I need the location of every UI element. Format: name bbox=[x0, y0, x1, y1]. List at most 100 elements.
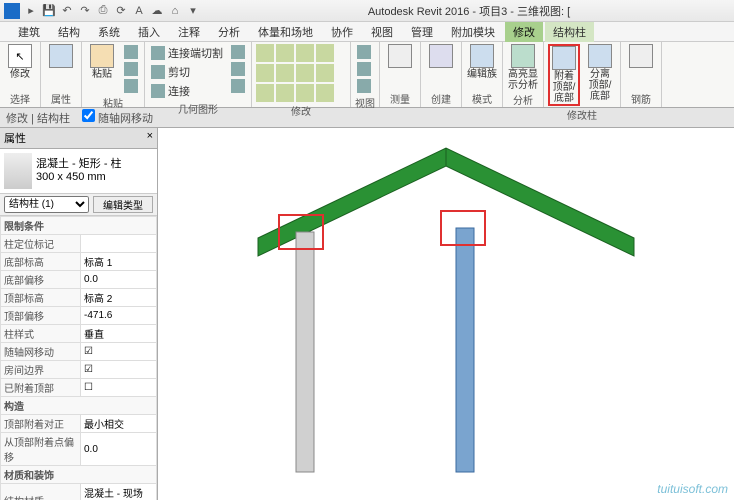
qat-open-icon[interactable]: ▸ bbox=[24, 4, 38, 18]
cut-geom-button[interactable]: 剪切 bbox=[149, 63, 225, 81]
prop-key: 房间边界 bbox=[1, 361, 81, 379]
properties-grid[interactable]: 限制条件柱定位标记底部标高标高 1底部偏移0.0顶部标高标高 2顶部偏移-471… bbox=[0, 216, 157, 500]
group-measure: 测量 bbox=[384, 90, 416, 107]
annotation-box-left bbox=[278, 214, 324, 250]
view-ico3[interactable] bbox=[355, 78, 373, 94]
prop-value[interactable]: 标高 1 bbox=[81, 253, 157, 271]
tab-addins[interactable]: 附加模块 bbox=[443, 22, 503, 42]
modify-ico-12[interactable] bbox=[316, 84, 334, 102]
tab-struct[interactable]: 结构 bbox=[50, 22, 88, 42]
modify-ico-3[interactable] bbox=[296, 44, 314, 62]
prop-group-header[interactable]: 限制条件 bbox=[1, 217, 157, 235]
modify-ico-1[interactable] bbox=[256, 44, 274, 62]
modify-ico-4[interactable] bbox=[316, 44, 334, 62]
prop-key: 结构材质 bbox=[1, 484, 81, 501]
qat-sync-icon[interactable]: ⟳ bbox=[114, 4, 128, 18]
view-ico2[interactable] bbox=[355, 61, 373, 77]
attach-top-button[interactable]: 附着 顶部/底部 bbox=[548, 44, 580, 106]
modify-ico-7[interactable] bbox=[296, 64, 314, 82]
prop-group-header[interactable]: 构造 bbox=[1, 397, 157, 415]
move-with-grid-checkbox[interactable]: 随轴网移动 bbox=[82, 109, 153, 126]
group-modify: 修改 bbox=[256, 102, 346, 119]
highlight-analysis-button[interactable]: 高亮显示分析 bbox=[507, 44, 539, 91]
prop-value[interactable]: 垂直 bbox=[81, 325, 157, 343]
tab-analyze[interactable]: 分析 bbox=[210, 22, 248, 42]
paste-button[interactable]: 粘贴 bbox=[86, 44, 118, 80]
tab-manage[interactable]: 管理 bbox=[403, 22, 441, 42]
group-select: 选择 bbox=[4, 90, 36, 107]
modify-ico-5[interactable] bbox=[256, 64, 274, 82]
measure-button[interactable] bbox=[384, 44, 416, 68]
prop-key: 柱定位标记 bbox=[1, 235, 81, 253]
qat-text-icon[interactable]: A bbox=[132, 4, 146, 18]
tab-structcol[interactable]: 结构柱 bbox=[545, 22, 594, 42]
properties-button[interactable] bbox=[45, 44, 77, 68]
tab-collab[interactable]: 协作 bbox=[323, 22, 361, 42]
group-modify-column: 修改柱 bbox=[548, 106, 616, 123]
prop-value[interactable] bbox=[81, 235, 157, 253]
group-mode: 模式 bbox=[466, 90, 498, 107]
qat-redo-icon[interactable]: ↷ bbox=[78, 4, 92, 18]
modify-ico-10[interactable] bbox=[276, 84, 294, 102]
prop-value[interactable]: ☑ bbox=[81, 361, 157, 379]
rebar-button[interactable] bbox=[625, 44, 657, 68]
modify-ico-6[interactable] bbox=[276, 64, 294, 82]
view-ico1[interactable] bbox=[355, 44, 373, 60]
prop-value[interactable]: 最小相交 bbox=[81, 415, 157, 433]
ribbon-tabs: 建筑 结构 系统 插入 注释 分析 体量和场地 协作 视图 管理 附加模块 修改… bbox=[0, 22, 734, 42]
tab-insert[interactable]: 插入 bbox=[130, 22, 168, 42]
properties-close-icon[interactable]: × bbox=[147, 130, 153, 146]
options-context-label: 修改 | 结构柱 bbox=[6, 110, 70, 126]
tab-arch[interactable]: 建筑 bbox=[10, 22, 48, 42]
modify-ico-9[interactable] bbox=[256, 84, 274, 102]
tab-sys[interactable]: 系统 bbox=[90, 22, 128, 42]
prop-key: 底部标高 bbox=[1, 253, 81, 271]
prop-value[interactable]: 标高 2 bbox=[81, 289, 157, 307]
edit-family-button[interactable]: 编辑族 bbox=[466, 44, 498, 80]
type-selector[interactable]: 混凝土 - 矩形 - 柱 300 x 450 mm bbox=[0, 149, 157, 194]
join-button[interactable]: 连接 bbox=[149, 82, 225, 100]
prop-key: 顶部附着对正 bbox=[1, 415, 81, 433]
tab-modify[interactable]: 修改 bbox=[505, 22, 543, 42]
drawing-canvas[interactable]: tuituisoft.com bbox=[158, 128, 734, 500]
group-analysis: 分析 bbox=[507, 91, 539, 108]
match-button[interactable] bbox=[122, 78, 140, 94]
prop-value[interactable]: 0.0 bbox=[81, 271, 157, 289]
qat-save-icon[interactable]: 💾 bbox=[42, 4, 56, 18]
tab-view[interactable]: 视图 bbox=[363, 22, 401, 42]
modify-ico-8[interactable] bbox=[316, 64, 334, 82]
prop-value[interactable]: -471.6 bbox=[81, 307, 157, 325]
detach-top-button[interactable]: 分离 顶部/底部 bbox=[584, 44, 616, 102]
tab-massing[interactable]: 体量和场地 bbox=[250, 22, 321, 42]
prop-value[interactable]: 混凝土 - 现场浇... bbox=[81, 484, 157, 501]
tab-annotate[interactable]: 注释 bbox=[170, 22, 208, 42]
cut-button[interactable] bbox=[122, 44, 140, 60]
prop-value[interactable]: ☐ bbox=[81, 379, 157, 397]
join-cut-button[interactable]: 连接端切割 bbox=[149, 44, 225, 62]
geom-ico2[interactable] bbox=[229, 61, 247, 77]
qat-print-icon[interactable]: ⎙ bbox=[96, 4, 110, 18]
group-clipboard: 粘贴 bbox=[86, 94, 140, 111]
app-icon[interactable] bbox=[4, 3, 20, 19]
prop-value[interactable]: 0.0 bbox=[81, 433, 157, 466]
modify-ico-11[interactable] bbox=[296, 84, 314, 102]
group-rebar: 钢筋 bbox=[625, 90, 657, 107]
prop-group-header[interactable]: 材质和装饰 bbox=[1, 466, 157, 484]
modify-ico-2[interactable] bbox=[276, 44, 294, 62]
qat-more-icon[interactable]: ▾ bbox=[186, 4, 200, 18]
watermark: tuituisoft.com bbox=[657, 482, 728, 496]
geom-ico1[interactable] bbox=[229, 44, 247, 60]
qat-undo-icon[interactable]: ↶ bbox=[60, 4, 74, 18]
prop-key: 已附着顶部 bbox=[1, 379, 81, 397]
group-geometry: 几何图形 bbox=[149, 100, 247, 117]
geom-ico3[interactable] bbox=[229, 78, 247, 94]
create-button[interactable] bbox=[425, 44, 457, 68]
qat-home-icon[interactable]: ⌂ bbox=[168, 4, 182, 18]
copy-button[interactable] bbox=[122, 61, 140, 77]
instance-filter-select[interactable]: 结构柱 (1) bbox=[4, 196, 89, 213]
modify-tool-button[interactable]: ↖ 修改 bbox=[4, 44, 36, 80]
edit-type-button[interactable]: 编辑类型 bbox=[93, 196, 153, 213]
window-title: Autodesk Revit 2016 - 项目3 - 三维视图: [ bbox=[208, 3, 730, 19]
qat-cloud-icon[interactable]: ☁ bbox=[150, 4, 164, 18]
prop-value[interactable]: ☑ bbox=[81, 343, 157, 361]
